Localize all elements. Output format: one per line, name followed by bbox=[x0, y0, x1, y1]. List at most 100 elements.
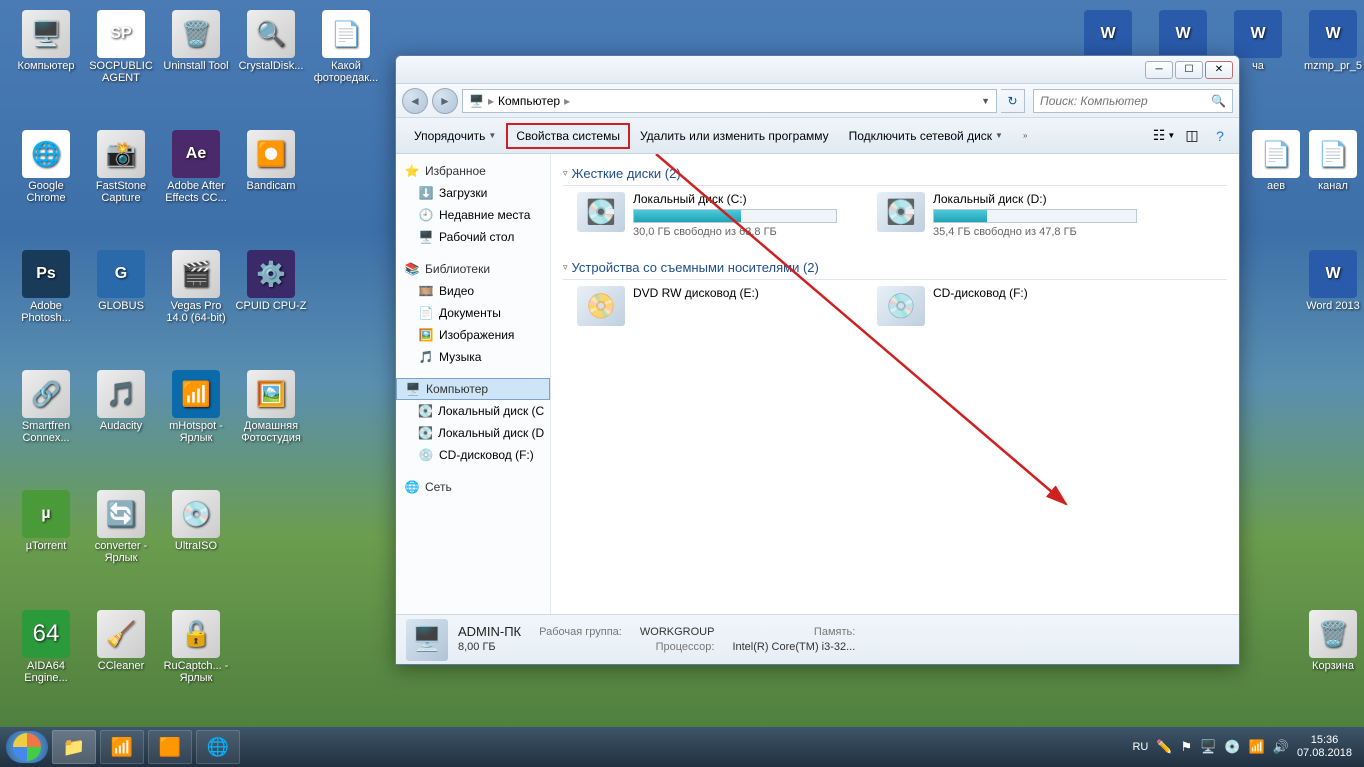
desktop-icon-label: Adobe After Effects CC... bbox=[160, 180, 232, 204]
app-icon: W bbox=[1309, 250, 1357, 298]
desktop-icon[interactable]: 🔗Smartfren Connex... bbox=[10, 370, 82, 444]
desktop-icon[interactable]: 🖥️Компьютер bbox=[10, 10, 82, 72]
sidebar-video[interactable]: 🎞️Видео bbox=[396, 280, 550, 302]
minimize-button[interactable]: ─ bbox=[1145, 61, 1173, 79]
desktop-icon[interactable]: 📄Какой фоторедак... bbox=[310, 10, 382, 84]
desktop-icon-label: AIDA64 Engine... bbox=[10, 660, 82, 684]
sidebar-pictures[interactable]: 🖼️Изображения bbox=[396, 324, 550, 346]
desktop-icon[interactable]: ⚙️CPUID CPU-Z bbox=[235, 250, 307, 312]
desktop-icon[interactable]: AeAdobe After Effects CC... bbox=[160, 130, 232, 204]
map-network-drive-button[interactable]: Подключить сетевой диск▼ bbox=[839, 123, 1013, 149]
help-button[interactable]: ? bbox=[1209, 125, 1231, 147]
disk-icon: 💽 bbox=[877, 192, 925, 232]
computer-icon: 🖥️ bbox=[406, 619, 448, 661]
drive-free-text: 35,4 ГБ свободно из 47,8 ГБ bbox=[933, 226, 1137, 238]
navbar: ◄ ► 🖥️ ▸ Компьютер ▸ ▼ ↻ 🔍 bbox=[396, 84, 1239, 118]
search-input[interactable] bbox=[1040, 94, 1211, 108]
sidebar-favorites[interactable]: ⭐Избранное bbox=[396, 160, 550, 182]
desktop-icon[interactable]: Wmzmp_pr_5 bbox=[1297, 10, 1364, 72]
desktop-icon[interactable]: WWord 2013 bbox=[1297, 250, 1364, 312]
app-icon: 📄 bbox=[1309, 130, 1357, 178]
desktop-icon[interactable]: GGLOBUS bbox=[85, 250, 157, 312]
section-hard-drives[interactable]: ▿Жесткие диски (2) bbox=[563, 162, 1227, 186]
chevron-down-icon[interactable]: ▼ bbox=[981, 96, 990, 106]
tray-icon[interactable]: 🖥️ bbox=[1200, 739, 1216, 755]
explorer-body: ⭐Избранное ⬇️Загрузки 🕘Недавние места 🖥️… bbox=[396, 154, 1239, 614]
sidebar-desktop[interactable]: 🖥️Рабочий стол bbox=[396, 226, 550, 248]
desktop-icon[interactable]: 🧹CCleaner bbox=[85, 610, 157, 672]
organize-button[interactable]: Упорядочить▼ bbox=[404, 123, 506, 149]
taskbar-app[interactable]: 🟧 bbox=[148, 730, 192, 764]
search-icon[interactable]: 🔍 bbox=[1211, 94, 1226, 108]
sidebar-downloads[interactable]: ⬇️Загрузки bbox=[396, 182, 550, 204]
breadcrumb[interactable]: 🖥️ ▸ Компьютер ▸ ▼ bbox=[462, 89, 997, 113]
taskbar-explorer[interactable]: 📁 bbox=[52, 730, 96, 764]
search-box[interactable]: 🔍 bbox=[1033, 89, 1233, 113]
desktop-icon[interactable]: 🎬Vegas Pro 14.0 (64-bit) bbox=[160, 250, 232, 324]
desktop-icon[interactable]: µµTorrent bbox=[10, 490, 82, 552]
desktop-icon[interactable]: 🔓RuCaptch... - Ярлык bbox=[160, 610, 232, 684]
desktop-icon[interactable]: 📶mHotspot - Ярлык bbox=[160, 370, 232, 444]
tray-icon[interactable]: ✏️ bbox=[1156, 739, 1172, 755]
toolbar-overflow[interactable]: » bbox=[1013, 125, 1037, 146]
app-icon: 🔗 bbox=[22, 370, 70, 418]
desktop-icon[interactable]: 64AIDA64 Engine... bbox=[10, 610, 82, 684]
app-icon: G bbox=[97, 250, 145, 298]
preview-pane-button[interactable]: ◫ bbox=[1181, 125, 1203, 147]
desktop-icon[interactable]: 🗑️Корзина bbox=[1297, 610, 1364, 672]
document-icon: 📄 bbox=[418, 305, 434, 321]
drive-d[interactable]: 💽 Локальный диск (D:) 35,4 ГБ свободно и… bbox=[877, 192, 1137, 238]
sidebar-disk-d[interactable]: 💽Локальный диск (D bbox=[396, 422, 550, 444]
desktop-icon[interactable]: PsAdobe Photosh... bbox=[10, 250, 82, 324]
desktop-icon[interactable]: 📸FastStone Capture bbox=[85, 130, 157, 204]
desktop-icon[interactable]: 🌐Google Chrome bbox=[10, 130, 82, 204]
app-icon: 🎬 bbox=[172, 250, 220, 298]
language-indicator[interactable]: RU bbox=[1132, 741, 1148, 753]
taskbar-app[interactable]: 📶 bbox=[100, 730, 144, 764]
desktop-icon[interactable]: 🔄converter - Ярлык bbox=[85, 490, 157, 564]
drive-c[interactable]: 💽 Локальный диск (C:) 30,0 ГБ свободно и… bbox=[577, 192, 837, 238]
drive-dvd[interactable]: 📀 DVD RW дисковод (E:) bbox=[577, 286, 837, 326]
sidebar-network[interactable]: 🌐Сеть bbox=[396, 476, 550, 498]
close-button[interactable]: ✕ bbox=[1205, 61, 1233, 79]
tray-network-icon[interactable]: 📶 bbox=[1249, 739, 1265, 755]
section-removable[interactable]: ▿Устройства со съемными носителями (2) bbox=[563, 256, 1227, 280]
chevron-right-icon: ▸ bbox=[564, 94, 570, 108]
desktop-icon[interactable]: 📄канал bbox=[1297, 130, 1364, 192]
breadcrumb-item[interactable]: Компьютер bbox=[498, 94, 560, 108]
desktop-icon[interactable]: 🎵Audacity bbox=[85, 370, 157, 432]
start-button[interactable] bbox=[6, 731, 48, 763]
view-options-button[interactable]: ☷▼ bbox=[1153, 125, 1175, 147]
sidebar-computer[interactable]: 🖥️Компьютер bbox=[396, 378, 550, 400]
drive-cd[interactable]: 💿 CD-дисковод (F:) bbox=[877, 286, 1137, 326]
refresh-button[interactable]: ↻ bbox=[1001, 89, 1025, 113]
tray-volume-icon[interactable]: 🔊 bbox=[1273, 739, 1289, 755]
forward-button[interactable]: ► bbox=[432, 88, 458, 114]
desktop-icon[interactable]: SPSOCPUBLIC AGENT bbox=[85, 10, 157, 84]
desktop-icon[interactable]: 🗑️Uninstall Tool bbox=[160, 10, 232, 72]
taskbar-clock[interactable]: 15:36 07.08.2018 bbox=[1297, 734, 1352, 760]
app-icon: 64 bbox=[22, 610, 70, 658]
cd-icon: 💿 bbox=[877, 286, 925, 326]
sidebar-cd[interactable]: 💿CD-дисковод (F:) bbox=[396, 444, 550, 466]
tray-flag-icon[interactable]: ⚑ bbox=[1181, 739, 1193, 755]
desktop-icon[interactable]: W bbox=[1072, 10, 1144, 60]
uninstall-program-button[interactable]: Удалить или изменить программу bbox=[630, 123, 839, 149]
taskbar-chrome[interactable]: 🌐 bbox=[196, 730, 240, 764]
sidebar-recent[interactable]: 🕘Недавние места bbox=[396, 204, 550, 226]
desktop-icon[interactable]: 🖼️Домашняя Фотостудия bbox=[235, 370, 307, 444]
desktop-icon-label: Корзина bbox=[1297, 660, 1364, 672]
desktop-icon[interactable]: W bbox=[1147, 10, 1219, 60]
desktop-icon[interactable]: 💿UltraISO bbox=[160, 490, 232, 552]
sidebar-libraries[interactable]: 📚Библиотеки bbox=[396, 258, 550, 280]
desktop-icon[interactable]: ⏺️Bandicam bbox=[235, 130, 307, 192]
sidebar-music[interactable]: 🎵Музыка bbox=[396, 346, 550, 368]
system-properties-button[interactable]: Свойства системы bbox=[506, 123, 630, 149]
tray-icon[interactable]: 💿 bbox=[1224, 739, 1240, 755]
back-button[interactable]: ◄ bbox=[402, 88, 428, 114]
collapse-icon: ▿ bbox=[563, 262, 568, 273]
maximize-button[interactable]: ☐ bbox=[1175, 61, 1203, 79]
sidebar-documents[interactable]: 📄Документы bbox=[396, 302, 550, 324]
sidebar-disk-c[interactable]: 💽Локальный диск (C bbox=[396, 400, 550, 422]
desktop-icon[interactable]: 🔍CrystalDisk... bbox=[235, 10, 307, 72]
